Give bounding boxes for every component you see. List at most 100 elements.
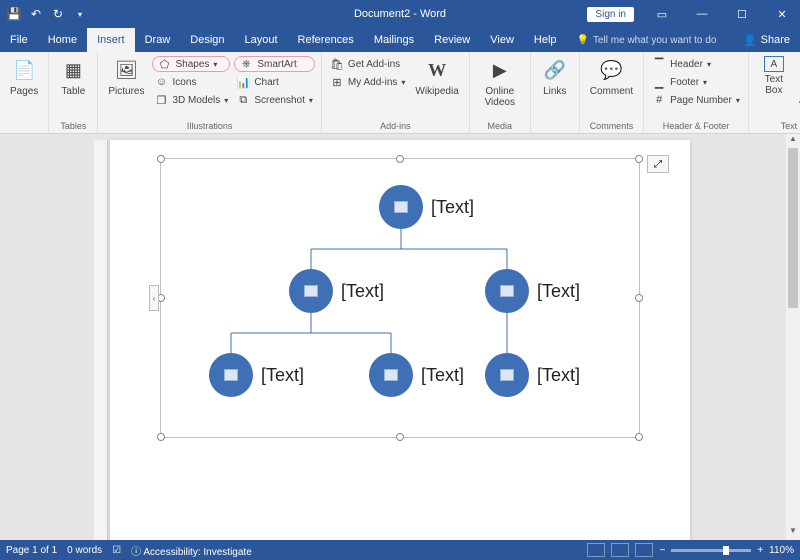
node-shape[interactable] <box>369 353 413 397</box>
undo-icon[interactable]: ↶ <box>28 6 44 22</box>
close-icon[interactable]: ✕ <box>764 0 800 28</box>
links-button[interactable]: 🔗 Links <box>537 54 573 99</box>
smartart-node[interactable]: [Text] <box>209 353 304 397</box>
node-shape[interactable] <box>485 353 529 397</box>
tab-draw[interactable]: Draw <box>135 28 181 52</box>
sign-in-button[interactable]: Sign in <box>587 7 634 22</box>
tab-home[interactable]: Home <box>38 28 87 52</box>
resize-handle[interactable] <box>157 155 165 163</box>
text-pane-toggle[interactable]: ‹ <box>149 285 159 311</box>
zoom-in-icon[interactable]: + <box>757 545 763 556</box>
zoom-slider[interactable] <box>671 549 751 552</box>
node-text[interactable]: [Text] <box>537 281 580 302</box>
header-button[interactable]: ▔ Header▾ <box>650 56 742 72</box>
tab-help[interactable]: Help <box>524 28 567 52</box>
resize-handle[interactable] <box>396 433 404 441</box>
node-shape[interactable] <box>485 269 529 313</box>
resize-handle[interactable] <box>635 294 643 302</box>
pages-button[interactable]: 📄 Pages <box>6 54 42 99</box>
tab-view[interactable]: View <box>480 28 524 52</box>
read-mode-icon[interactable] <box>587 543 605 557</box>
chart-button[interactable]: 📊 Chart <box>234 74 315 90</box>
resize-handle[interactable] <box>635 433 643 441</box>
smartart-node[interactable]: [Text] <box>379 185 474 229</box>
scroll-up-icon[interactable]: ▲ <box>786 134 800 148</box>
picture-placeholder-icon[interactable] <box>384 369 398 381</box>
wikipedia-button[interactable]: W Wikipedia <box>411 54 462 99</box>
accessibility-icon: ⓘ <box>131 547 141 558</box>
online-videos-button[interactable]: ▶ Online Videos <box>476 54 524 110</box>
footer-button[interactable]: ▁ Footer▾ <box>650 74 742 90</box>
zoom-level[interactable]: 110% <box>769 545 794 556</box>
page-indicator[interactable]: Page 1 of 1 <box>6 545 57 556</box>
tab-file[interactable]: File <box>0 28 38 52</box>
shapes-button[interactable]: ⬠ Shapes▾ <box>152 56 230 72</box>
save-icon[interactable]: 💾 <box>6 6 22 22</box>
node-shape[interactable] <box>379 185 423 229</box>
maximize-icon[interactable]: ☐ <box>724 0 760 28</box>
qat-customize-icon[interactable]: ▾ <box>72 6 88 22</box>
get-addins-label: Get Add-ins <box>348 59 400 70</box>
text-box-button[interactable]: A Text Box <box>755 54 793 98</box>
store-icon: 🛍 <box>330 57 344 71</box>
pictures-button[interactable]: 🖼 Pictures <box>104 54 148 99</box>
node-text[interactable]: [Text] <box>341 281 384 302</box>
tab-insert[interactable]: Insert <box>87 28 135 52</box>
layout-options-icon[interactable]: ⤢ <box>647 155 669 173</box>
tab-review[interactable]: Review <box>424 28 480 52</box>
vertical-scrollbar[interactable]: ▲ ▼ <box>786 134 800 540</box>
tell-me[interactable]: 💡 Tell me what you want to do <box>577 28 717 52</box>
word-count[interactable]: 0 words <box>67 545 102 556</box>
picture-placeholder-icon[interactable] <box>500 285 514 297</box>
shapes-label: Shapes <box>175 59 209 70</box>
scrollbar-thumb[interactable] <box>788 148 798 308</box>
minimize-icon[interactable]: — <box>684 0 720 28</box>
share-button[interactable]: 👤 Share <box>733 28 800 52</box>
page-number-button[interactable]: # Page Number▾ <box>650 92 742 108</box>
ribbon-display-options-icon[interactable]: ▭ <box>644 0 680 28</box>
document-page[interactable]: ‹ ⤢ [Text] [Text] <box>110 140 690 540</box>
tab-mailings[interactable]: Mailings <box>364 28 424 52</box>
3d-models-button[interactable]: ❒ 3D Models▾ <box>152 92 230 108</box>
node-text[interactable]: [Text] <box>421 365 464 386</box>
group-label-comments: Comments <box>586 120 637 131</box>
smartart-button[interactable]: ⎈ SmartArt <box>234 56 315 72</box>
web-layout-icon[interactable] <box>635 543 653 557</box>
picture-placeholder-icon[interactable] <box>224 369 238 381</box>
resize-handle[interactable] <box>396 155 404 163</box>
smartart-node[interactable]: [Text] <box>369 353 464 397</box>
icons-button[interactable]: ☺ Icons <box>152 74 230 90</box>
title-bar: 💾 ↶ ↻ ▾ Document2 - Word Sign in ▭ — ☐ ✕ <box>0 0 800 28</box>
node-text[interactable]: [Text] <box>261 365 304 386</box>
screenshot-button[interactable]: ⧉ Screenshot▾ <box>234 92 315 108</box>
lightbulb-icon: 💡 <box>577 35 589 46</box>
scroll-down-icon[interactable]: ▼ <box>786 526 800 540</box>
zoom-slider-knob[interactable] <box>723 546 729 555</box>
picture-placeholder-icon[interactable] <box>304 285 318 297</box>
smartart-node[interactable]: [Text] <box>485 353 580 397</box>
smartart-node[interactable]: [Text] <box>485 269 580 313</box>
comment-button[interactable]: 💬 Comment <box>586 54 637 99</box>
group-label-links <box>537 120 573 131</box>
resize-handle[interactable] <box>157 433 165 441</box>
node-text[interactable]: [Text] <box>537 365 580 386</box>
node-text[interactable]: [Text] <box>431 197 474 218</box>
accessibility-status[interactable]: ⓘ Accessibility: Investigate <box>131 543 252 558</box>
tab-layout[interactable]: Layout <box>235 28 288 52</box>
spellcheck-icon[interactable]: ☑ <box>112 545 121 556</box>
tab-design[interactable]: Design <box>180 28 234 52</box>
print-layout-icon[interactable] <box>611 543 629 557</box>
redo-icon[interactable]: ↻ <box>50 6 66 22</box>
my-addins-button[interactable]: ⊞ My Add-ins▾ <box>328 74 407 90</box>
table-button[interactable]: ▦ Table <box>55 54 91 99</box>
get-addins-button[interactable]: 🛍 Get Add-ins <box>328 56 407 72</box>
tab-references[interactable]: References <box>288 28 364 52</box>
node-shape[interactable] <box>289 269 333 313</box>
node-shape[interactable] <box>209 353 253 397</box>
picture-placeholder-icon[interactable] <box>394 201 408 213</box>
resize-handle[interactable] <box>635 155 643 163</box>
smartart-selection-frame[interactable]: ‹ ⤢ [Text] [Text] <box>160 158 640 438</box>
zoom-out-icon[interactable]: − <box>659 545 665 556</box>
smartart-node[interactable]: [Text] <box>289 269 384 313</box>
picture-placeholder-icon[interactable] <box>500 369 514 381</box>
